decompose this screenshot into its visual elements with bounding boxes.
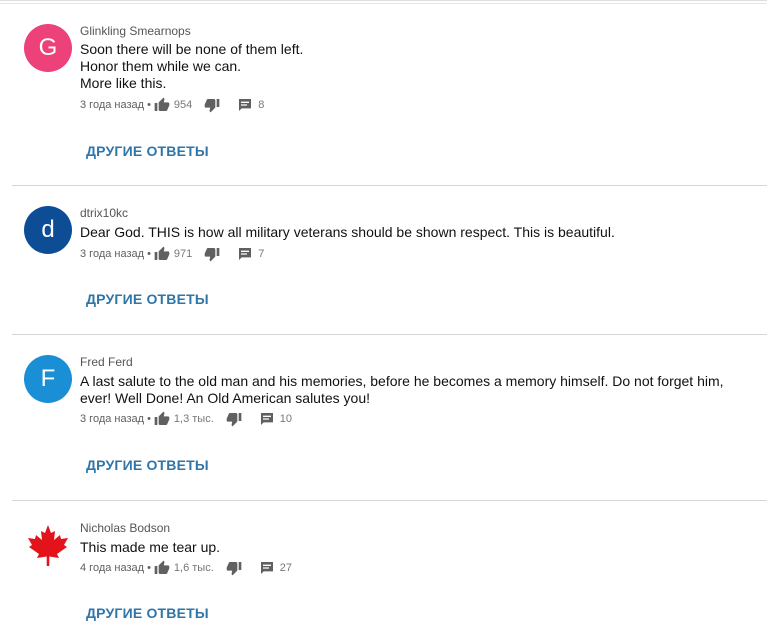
avatar[interactable]: d bbox=[24, 206, 72, 254]
comment-time[interactable]: 3 года назад bbox=[80, 248, 144, 260]
reply-count: 7 bbox=[258, 248, 265, 260]
thumbs-down-icon[interactable] bbox=[226, 411, 242, 427]
thumbs-up-icon[interactable] bbox=[154, 560, 170, 576]
comment-author[interactable]: Nicholas Bodson bbox=[80, 521, 170, 535]
thumbs-down-icon[interactable] bbox=[226, 560, 242, 576]
like-count: 971 bbox=[173, 248, 193, 260]
top-border bbox=[0, 0, 767, 4]
comment-time[interactable]: 3 года назад bbox=[80, 99, 144, 111]
thumbs-down-icon[interactable] bbox=[204, 246, 220, 262]
comment-meta: 3 года назад • 971 7 bbox=[80, 246, 264, 262]
comment-meta: 3 года назад • 954 8 bbox=[80, 97, 264, 113]
comment-icon[interactable] bbox=[237, 97, 253, 113]
comment-text: Soon there will be none of them left. Ho… bbox=[80, 41, 740, 92]
comment-text-line: This made me tear up. bbox=[80, 539, 221, 555]
comment-text: Dear God. THIS is how all military veter… bbox=[80, 224, 740, 241]
more-replies-button[interactable]: ДРУГИЕ ОТВЕТЫ bbox=[86, 291, 209, 307]
comment-author[interactable]: Fred Ferd bbox=[80, 355, 133, 369]
comment-text: A last salute to the old man and his mem… bbox=[80, 373, 740, 407]
comment-author[interactable]: Glinkling Smearnops bbox=[80, 24, 191, 38]
like-count: 954 bbox=[173, 99, 193, 111]
more-replies-button[interactable]: ДРУГИЕ ОТВЕТЫ bbox=[86, 605, 209, 621]
avatar[interactable]: G bbox=[24, 24, 72, 72]
comment-text-line: Soon there will be none of them left. bbox=[80, 41, 304, 57]
meta-separator: • bbox=[147, 562, 151, 574]
comment-divider bbox=[12, 185, 767, 186]
reply-count: 8 bbox=[258, 99, 265, 111]
thumbs-up-icon[interactable] bbox=[154, 97, 170, 113]
comment-author[interactable]: dtrix10kc bbox=[80, 206, 128, 220]
avatar[interactable]: F bbox=[24, 355, 72, 403]
comment-time[interactable]: 3 года назад bbox=[80, 413, 144, 425]
comment-meta: 4 года назад • 1,6 тыс. 27 bbox=[80, 560, 292, 576]
avatar[interactable] bbox=[24, 521, 72, 569]
comment-icon[interactable] bbox=[259, 411, 275, 427]
reply-count: 27 bbox=[279, 562, 293, 574]
like-count: 1,3 тыс. bbox=[173, 413, 214, 425]
meta-separator: • bbox=[147, 248, 151, 260]
comment-text-line: ever! Well Done! An Old American salutes… bbox=[80, 390, 370, 406]
meta-separator: • bbox=[147, 413, 151, 425]
meta-separator: • bbox=[147, 99, 151, 111]
comment-text-line: Honor them while we can. bbox=[80, 58, 242, 74]
like-count: 1,6 тыс. bbox=[173, 562, 214, 574]
comment-time[interactable]: 4 года назад bbox=[80, 562, 144, 574]
comment-icon[interactable] bbox=[237, 246, 253, 262]
comment-icon[interactable] bbox=[259, 560, 275, 576]
comment-text-line: Dear God. THIS is how all military veter… bbox=[80, 224, 615, 240]
comment-text: This made me tear up. bbox=[80, 539, 740, 556]
comment-divider bbox=[12, 500, 767, 501]
thumbs-up-icon[interactable] bbox=[154, 246, 170, 262]
comment-meta: 3 года назад • 1,3 тыс. 10 bbox=[80, 411, 292, 427]
more-replies-button[interactable]: ДРУГИЕ ОТВЕТЫ bbox=[86, 457, 209, 473]
more-replies-button[interactable]: ДРУГИЕ ОТВЕТЫ bbox=[86, 143, 209, 159]
thumbs-down-icon[interactable] bbox=[204, 97, 220, 113]
maple-leaf-icon bbox=[28, 525, 68, 566]
comment-divider bbox=[12, 334, 767, 335]
comment-text-line: A last salute to the old man and his mem… bbox=[80, 373, 724, 389]
reply-count: 10 bbox=[279, 413, 293, 425]
thumbs-up-icon[interactable] bbox=[154, 411, 170, 427]
comment-text-line: More like this. bbox=[80, 75, 167, 91]
